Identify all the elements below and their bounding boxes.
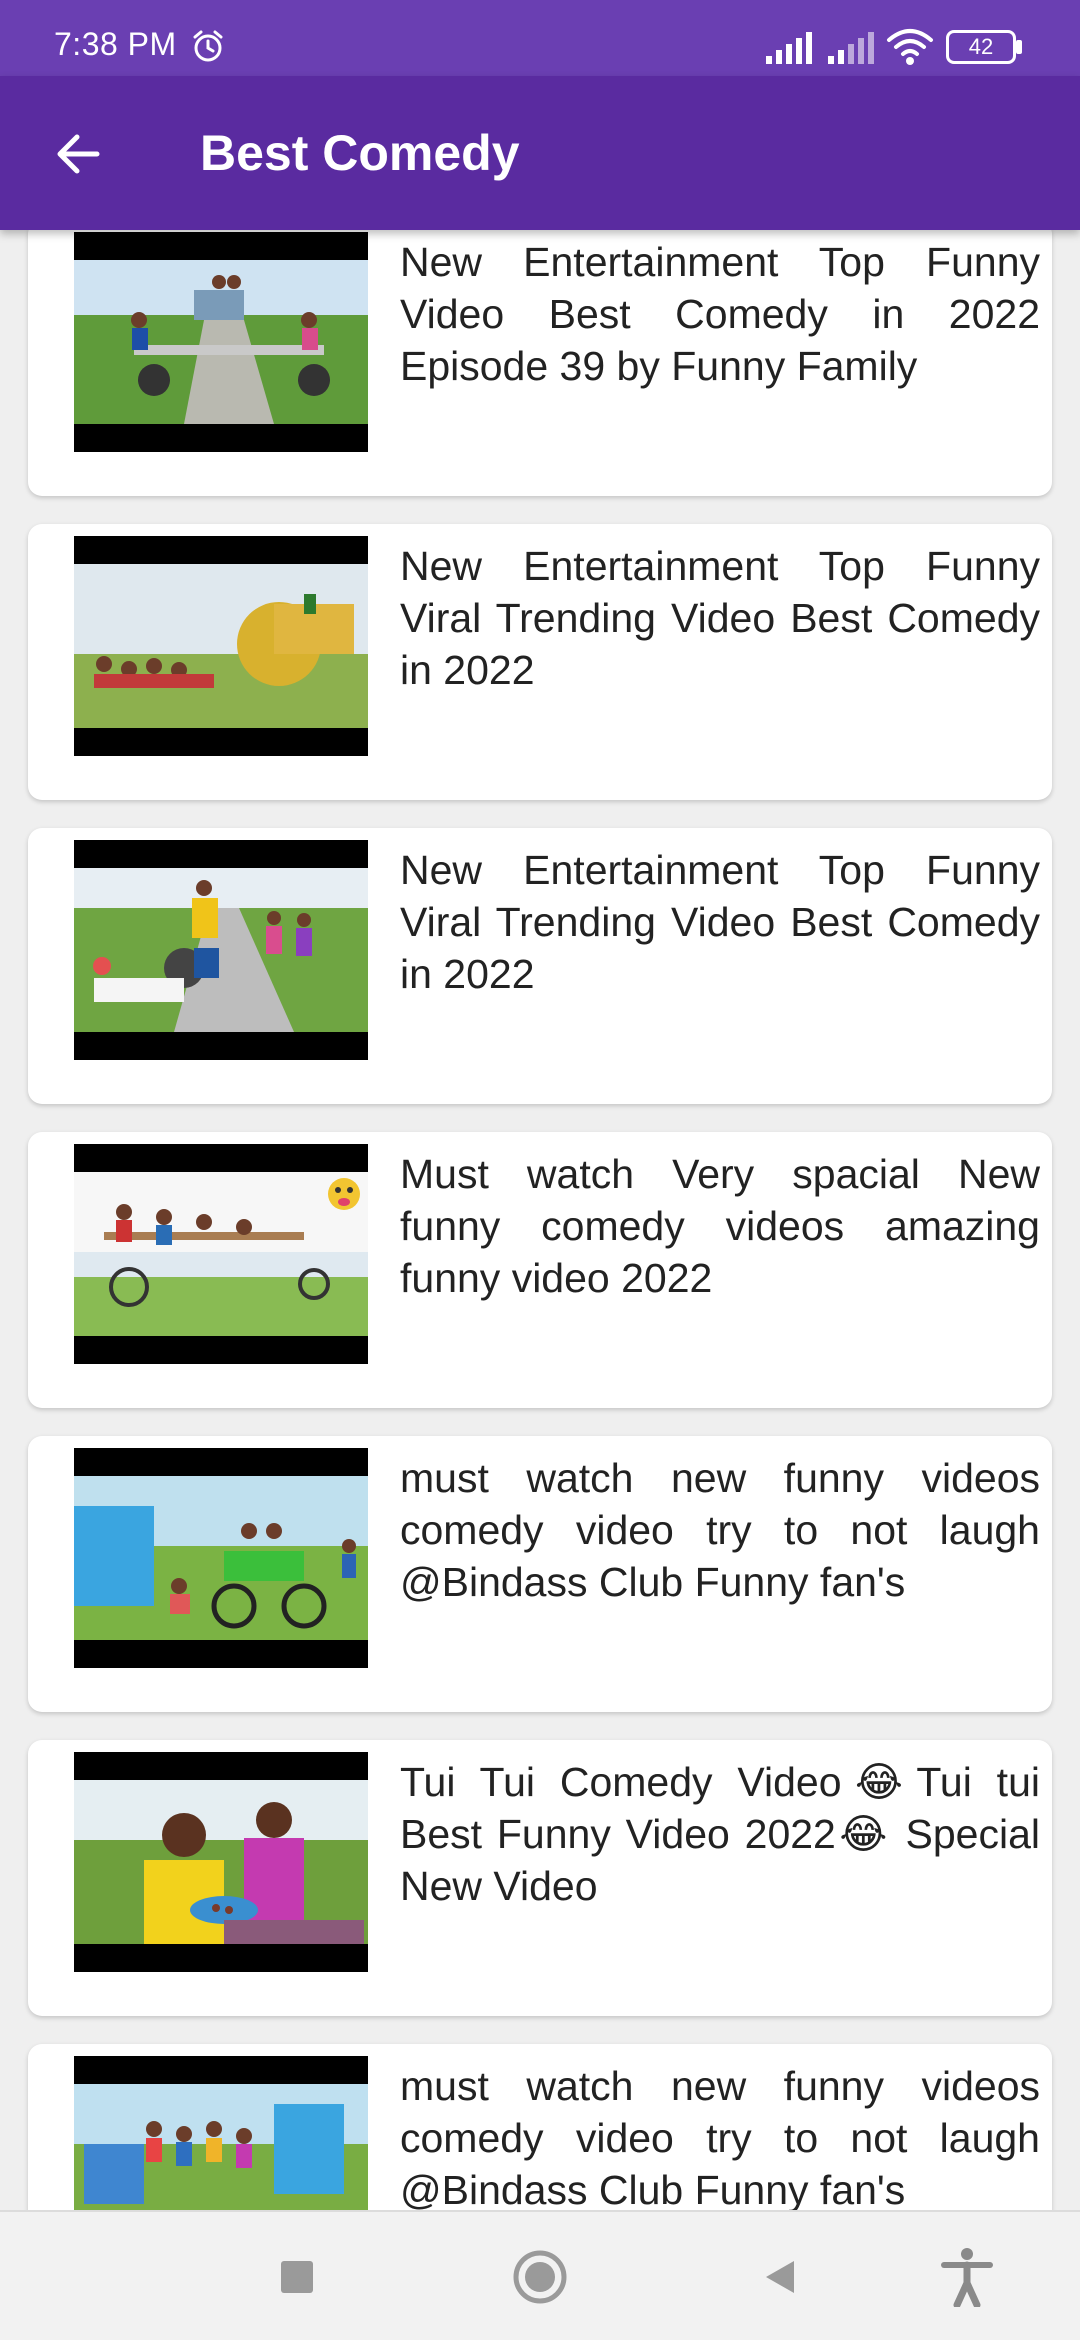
video-card[interactable]: New Entertainment Top Funny Video Best C… [28, 230, 1052, 496]
video-thumbnail[interactable] [74, 1752, 368, 1972]
video-thumbnail[interactable] [74, 840, 368, 1060]
system-nav-bar [0, 2210, 1080, 2340]
video-thumbnail[interactable] [74, 232, 368, 452]
home-button[interactable] [505, 2242, 575, 2312]
thumbnail-image [74, 868, 368, 1032]
status-bar: 7:38 PM 42 [0, 0, 1080, 76]
wifi-icon [887, 29, 933, 65]
cell-signal-icon-2 [828, 32, 874, 64]
thumbnail-image [74, 1476, 368, 1640]
video-title: must watch new funny videos comedy video… [400, 2063, 1040, 2210]
video-card[interactable]: New Entertainment Top Funny Viral Trendi… [28, 828, 1052, 1104]
video-title: New Entertainment Top Funny Viral Trendi… [400, 847, 1040, 997]
video-card[interactable]: must watch new funny videos comedy video… [28, 1436, 1052, 1712]
cell-signal-icon [766, 32, 812, 64]
video-card[interactable]: Tui Tui Comedy Video😂Tui tui Best Funny … [28, 1740, 1052, 2016]
back-button[interactable] [40, 116, 116, 192]
video-card[interactable]: must watch new funny videos comedy video… [28, 2044, 1052, 2210]
video-title: New Entertainment Top Funny Video Best C… [400, 239, 1040, 389]
thumbnail-image [74, 260, 368, 424]
page-title: Best Comedy [200, 125, 520, 181]
video-thumbnail[interactable] [74, 2056, 368, 2210]
nav-back-button[interactable] [745, 2242, 815, 2312]
thumbnail-image [74, 564, 368, 728]
recents-button[interactable] [262, 2242, 332, 2312]
thumbnail-image [74, 1172, 368, 1336]
battery-icon: 42 [946, 30, 1024, 64]
app-bar: Best Comedy [0, 76, 1080, 230]
video-title: Tui Tui Comedy Video😂Tui tui Best Funny … [400, 1759, 1040, 1909]
video-title: Must watch Very spacial New funny comedy… [400, 1151, 1040, 1301]
thumbnail-image [74, 1780, 368, 1944]
video-thumbnail[interactable] [74, 1448, 368, 1668]
alarm-clock-icon [193, 30, 223, 62]
battery-nub [1016, 40, 1022, 54]
app-screen: 7:38 PM 42 Best Comedy New Entertainment… [0, 0, 1080, 2340]
home-circle-icon [513, 2250, 567, 2304]
battery-level: 42 [968, 34, 994, 59]
accessibility-button[interactable] [932, 2242, 1002, 2312]
video-title: New Entertainment Top Funny Viral Trendi… [400, 543, 1040, 693]
video-list[interactable]: New Entertainment Top Funny Video Best C… [0, 230, 1080, 2210]
back-triangle-icon [766, 2261, 794, 2293]
video-thumbnail[interactable] [74, 1144, 368, 1364]
video-thumbnail[interactable] [74, 536, 368, 756]
thumbnail-image [74, 2084, 368, 2210]
arrow-left-icon [57, 134, 100, 174]
video-card[interactable]: New Entertainment Top Funny Viral Trendi… [28, 524, 1052, 800]
video-title: must watch new funny videos comedy video… [400, 1455, 1040, 1605]
accessibility-icon [941, 2248, 993, 2307]
recents-square-icon [281, 2261, 313, 2293]
video-card[interactable]: Must watch Very spacial New funny comedy… [28, 1132, 1052, 1408]
status-time: 7:38 PM [54, 26, 177, 62]
